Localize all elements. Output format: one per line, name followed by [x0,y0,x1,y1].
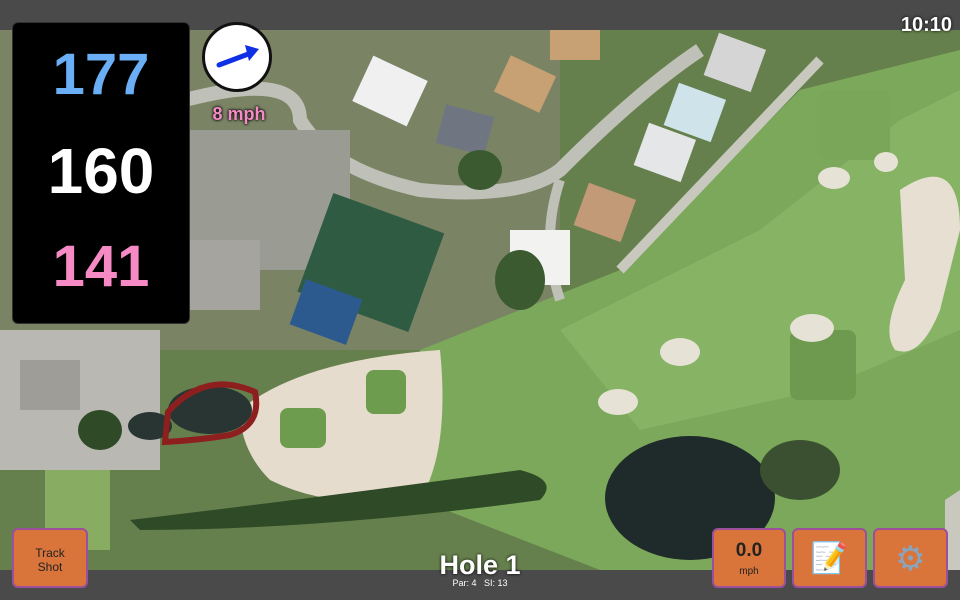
wind-speed-value: 0.0 [735,540,763,561]
notes-button[interactable]: 📝 [792,528,867,588]
track-shot-label-line1: Track [35,546,65,560]
distance-panel: 177 160 141 [12,22,190,324]
hole-par: Par: 4 [452,578,477,588]
hole-info: Par: 4 SI: 13 [380,578,580,588]
wind-speed-label: 8 mph [212,104,266,124]
wind-arrow-icon [216,45,259,68]
middle-distance: 160 [47,135,155,207]
track-shot-button[interactable]: Track Shot [12,528,88,588]
hole-title: Hole 1 [439,550,521,580]
front-distance: 141 [52,234,150,299]
hole-stroke-index: SI: 13 [484,578,508,588]
wind-speed-button[interactable]: 0.0 mph [712,528,786,588]
clock: 10:10 [900,14,952,36]
back-distance: 177 [52,42,150,107]
notepad-icon: 📝 [810,542,849,575]
settings-button[interactable]: ⚙ [873,528,948,588]
wind-speed-unit: mph [739,566,759,577]
track-shot-label-line2: Shot [37,560,63,574]
gear-icon: ⚙ [895,540,926,578]
wind-direction-indicator [202,22,272,92]
